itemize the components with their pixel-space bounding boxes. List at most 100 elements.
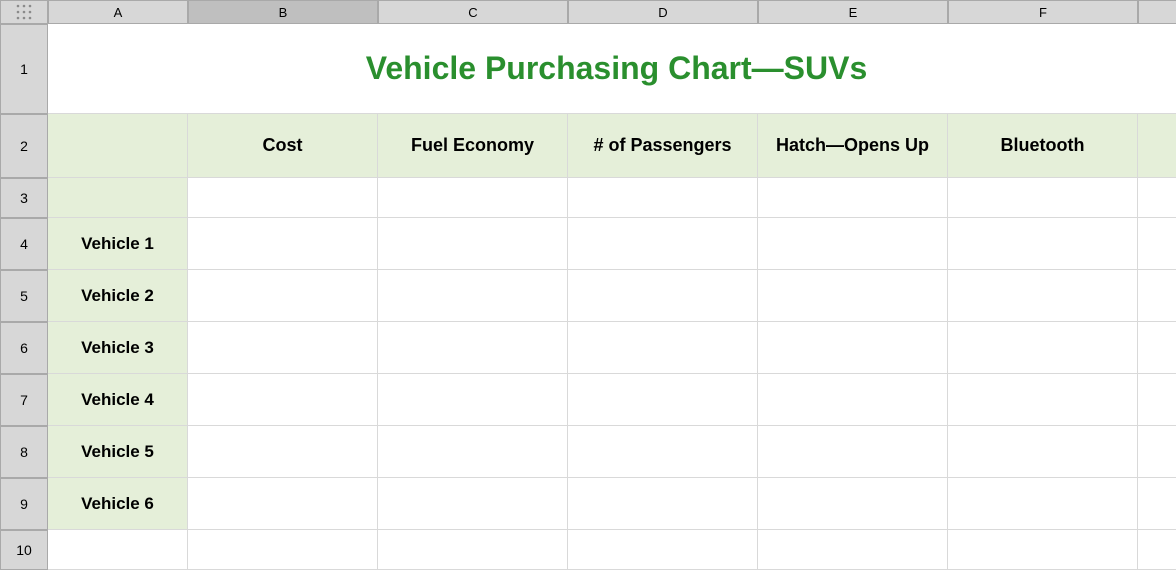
cell-B5[interactable] bbox=[188, 270, 378, 322]
cell-D9[interactable] bbox=[568, 478, 758, 530]
cell-B7[interactable] bbox=[188, 374, 378, 426]
row-header-8[interactable]: 8 bbox=[0, 426, 48, 478]
spreadsheet: A B C D E F 1 2 3 4 5 6 7 8 9 10 Vehicle… bbox=[0, 0, 1176, 580]
row-header-3[interactable]: 3 bbox=[0, 178, 48, 218]
col-header-A[interactable]: A bbox=[48, 0, 188, 24]
cell-G5[interactable] bbox=[1138, 270, 1176, 322]
cell-C3[interactable] bbox=[378, 178, 568, 218]
col-header-F[interactable]: F bbox=[948, 0, 1138, 24]
vehicle-3-label[interactable]: Vehicle 3 bbox=[48, 322, 188, 374]
header-passengers[interactable]: # of Passengers bbox=[568, 114, 758, 178]
header-bluetooth[interactable]: Bluetooth bbox=[948, 114, 1138, 178]
row-label: 2 bbox=[20, 138, 28, 154]
cell-C9[interactable] bbox=[378, 478, 568, 530]
cell-C4[interactable] bbox=[378, 218, 568, 270]
row-header-1[interactable]: 1 bbox=[0, 24, 48, 114]
vehicle-4-label[interactable]: Vehicle 4 bbox=[48, 374, 188, 426]
vehicle-6-label[interactable]: Vehicle 6 bbox=[48, 478, 188, 530]
row-header-10[interactable]: 10 bbox=[0, 530, 48, 570]
row-header-4[interactable]: 4 bbox=[0, 218, 48, 270]
cell-G3[interactable] bbox=[1138, 178, 1176, 218]
header-fuel[interactable]: Fuel Economy bbox=[378, 114, 568, 178]
cell-F9[interactable] bbox=[948, 478, 1138, 530]
row-header-7[interactable]: 7 bbox=[0, 374, 48, 426]
vehicle-label: Vehicle 1 bbox=[81, 234, 154, 254]
cell-B3[interactable] bbox=[188, 178, 378, 218]
cell-F8[interactable] bbox=[948, 426, 1138, 478]
vehicle-label: Vehicle 5 bbox=[81, 442, 154, 462]
cell-E4[interactable] bbox=[758, 218, 948, 270]
col-header-B[interactable]: B bbox=[188, 0, 378, 24]
cell-D3[interactable] bbox=[568, 178, 758, 218]
title-cell[interactable]: Vehicle Purchasing Chart—SUVs bbox=[48, 24, 1176, 114]
col-header-next[interactable] bbox=[1138, 0, 1176, 24]
vehicle-label: Vehicle 2 bbox=[81, 286, 154, 306]
cell-D6[interactable] bbox=[568, 322, 758, 374]
cell-E6[interactable] bbox=[758, 322, 948, 374]
cell-G10[interactable] bbox=[1138, 530, 1176, 570]
vehicle-1-label[interactable]: Vehicle 1 bbox=[48, 218, 188, 270]
cell-B4[interactable] bbox=[188, 218, 378, 270]
cell-E3[interactable] bbox=[758, 178, 948, 218]
cell-G8[interactable] bbox=[1138, 426, 1176, 478]
cell-C6[interactable] bbox=[378, 322, 568, 374]
cell-G4[interactable] bbox=[1138, 218, 1176, 270]
cell-C7[interactable] bbox=[378, 374, 568, 426]
row-label: 6 bbox=[20, 340, 28, 356]
cell-E8[interactable] bbox=[758, 426, 948, 478]
vehicle-5-label[interactable]: Vehicle 5 bbox=[48, 426, 188, 478]
grid-icon bbox=[15, 3, 33, 21]
cell-C5[interactable] bbox=[378, 270, 568, 322]
vehicle-2-label[interactable]: Vehicle 2 bbox=[48, 270, 188, 322]
col-header-E[interactable]: E bbox=[758, 0, 948, 24]
row-label: 9 bbox=[20, 496, 28, 512]
cell-F4[interactable] bbox=[948, 218, 1138, 270]
cell-C10[interactable] bbox=[378, 530, 568, 570]
cell-D5[interactable] bbox=[568, 270, 758, 322]
vehicle-label: Vehicle 3 bbox=[81, 338, 154, 358]
cell-B10[interactable] bbox=[188, 530, 378, 570]
col-header-D[interactable]: D bbox=[568, 0, 758, 24]
cell-F10[interactable] bbox=[948, 530, 1138, 570]
cell-A3[interactable] bbox=[48, 178, 188, 218]
header-label: Hatch—Opens Up bbox=[776, 135, 929, 156]
cell-F5[interactable] bbox=[948, 270, 1138, 322]
cell-F6[interactable] bbox=[948, 322, 1138, 374]
cell-D4[interactable] bbox=[568, 218, 758, 270]
cell-C8[interactable] bbox=[378, 426, 568, 478]
row-header-6[interactable]: 6 bbox=[0, 322, 48, 374]
cell-F7[interactable] bbox=[948, 374, 1138, 426]
cell-A10[interactable] bbox=[48, 530, 188, 570]
col-label: E bbox=[849, 5, 858, 20]
header-hatch[interactable]: Hatch—Opens Up bbox=[758, 114, 948, 178]
cell-B8[interactable] bbox=[188, 426, 378, 478]
cell-G9[interactable] bbox=[1138, 478, 1176, 530]
cell-D7[interactable] bbox=[568, 374, 758, 426]
cell-E7[interactable] bbox=[758, 374, 948, 426]
cell-D10[interactable] bbox=[568, 530, 758, 570]
row-header-9[interactable]: 9 bbox=[0, 478, 48, 530]
col-label: F bbox=[1039, 5, 1047, 20]
col-label: A bbox=[114, 5, 123, 20]
cell-E5[interactable] bbox=[758, 270, 948, 322]
cell-E10[interactable] bbox=[758, 530, 948, 570]
cell-G6[interactable] bbox=[1138, 322, 1176, 374]
header-blank[interactable] bbox=[48, 114, 188, 178]
row-header-5[interactable]: 5 bbox=[0, 270, 48, 322]
cell-B9[interactable] bbox=[188, 478, 378, 530]
cell-E9[interactable] bbox=[758, 478, 948, 530]
cell-F3[interactable] bbox=[948, 178, 1138, 218]
row-header-2[interactable]: 2 bbox=[0, 114, 48, 178]
cell-G7[interactable] bbox=[1138, 374, 1176, 426]
page-title: Vehicle Purchasing Chart—SUVs bbox=[366, 50, 868, 87]
cell-B6[interactable] bbox=[188, 322, 378, 374]
row-label: 8 bbox=[20, 444, 28, 460]
col-header-C[interactable]: C bbox=[378, 0, 568, 24]
cell-D8[interactable] bbox=[568, 426, 758, 478]
row-label: 4 bbox=[20, 236, 28, 252]
header-cost[interactable]: Cost bbox=[188, 114, 378, 178]
header-extra[interactable] bbox=[1138, 114, 1176, 178]
select-all-corner[interactable] bbox=[0, 0, 48, 24]
vehicle-label: Vehicle 4 bbox=[81, 390, 154, 410]
header-label: Fuel Economy bbox=[411, 135, 534, 156]
